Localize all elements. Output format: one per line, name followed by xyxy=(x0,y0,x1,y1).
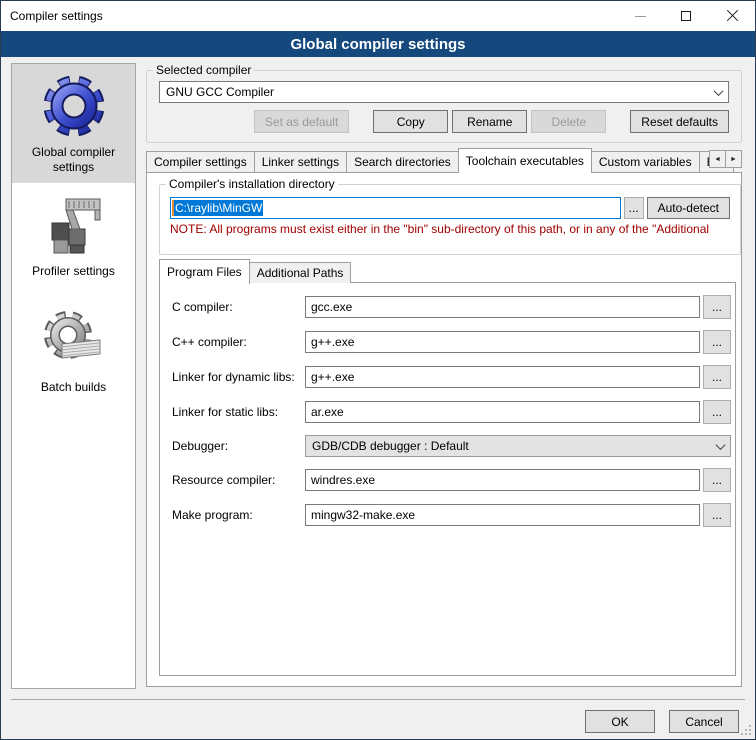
installation-directory-group-label: Compiler's installation directory xyxy=(166,177,338,191)
footer-divider xyxy=(11,699,745,700)
field-row-resource-compiler: Resource compiler:... xyxy=(172,468,731,492)
compiler-actions: Set as default CopyRenameDelete Reset defa… xyxy=(147,110,729,133)
installation-directory-row: C:\raylib\MinGW ... Auto-detect xyxy=(170,197,730,219)
close-icon xyxy=(726,10,738,22)
resize-grip[interactable] xyxy=(741,725,751,735)
sidebar-item-global-compiler-settings[interactable]: Global compiler settings xyxy=(12,64,135,183)
c-compiler-browse-button[interactable]: ... xyxy=(703,330,731,354)
subtab-program-files[interactable]: Program Files xyxy=(159,259,250,284)
debugger-select[interactable]: GDB/CDB debugger : Default xyxy=(305,435,731,457)
selected-compiler-combobox[interactable]: GNU GCC Compiler xyxy=(159,81,729,103)
c-compiler-browse-button[interactable]: ... xyxy=(703,295,731,319)
resource-compiler-input[interactable] xyxy=(305,469,700,491)
field-row-linker-for-dynamic-libs: Linker for dynamic libs:... xyxy=(172,365,731,389)
sidebar-item-label: Profiler settings xyxy=(32,264,115,279)
field-label-c-compiler: C++ compiler: xyxy=(172,335,305,349)
maximize-icon xyxy=(681,11,691,21)
tab-scroll-left-button[interactable]: ◄ xyxy=(709,150,726,168)
program-files-panel: C compiler:...C++ compiler:...Linker for… xyxy=(159,282,736,676)
minimize-button[interactable] xyxy=(617,1,663,31)
compiler-settings-window: Compiler settings Global compiler settin… xyxy=(0,0,756,740)
selected-compiler-group: Selected compiler GNU GCC Compiler Set a… xyxy=(146,63,742,143)
sidebar-item-label: Global compiler settings xyxy=(16,145,131,175)
field-row-debugger: Debugger: GDB/CDB debugger : Default xyxy=(172,435,731,457)
sidebar-item-profiler-settings[interactable]: Profiler settings xyxy=(12,183,135,299)
field-row-c-compiler: C++ compiler:... xyxy=(172,330,731,354)
field-row-make-program: Make program:... xyxy=(172,503,731,527)
dialog-header: Global compiler settings xyxy=(1,31,755,57)
delete-button[interactable]: Delete xyxy=(531,110,606,133)
field-row-c-compiler: C compiler:... xyxy=(172,295,731,319)
selected-compiler-value: GNU GCC Compiler xyxy=(166,85,711,99)
cancel-button[interactable]: Cancel xyxy=(669,710,739,733)
sidebar: Global compiler settings Profiler setting… xyxy=(11,63,136,689)
titlebar: Compiler settings xyxy=(1,1,755,31)
close-button[interactable] xyxy=(709,1,755,31)
rename-button[interactable]: Rename xyxy=(452,110,527,133)
tab-compiler-settings[interactable]: Compiler settings xyxy=(146,151,255,172)
resource-compiler-browse-button[interactable]: ... xyxy=(703,468,731,492)
sidebar-item-label: Batch builds xyxy=(41,380,106,395)
chevron-down-icon xyxy=(716,440,726,450)
install-dir-browse-button[interactable]: ... xyxy=(624,197,644,219)
caliper-icon xyxy=(42,193,106,257)
reset-defaults-button[interactable]: Reset defaults xyxy=(630,110,729,133)
field-label-linker-for-static-libs: Linker for static libs: xyxy=(172,405,305,419)
footer: OK Cancel xyxy=(585,710,739,733)
installation-directory-group: Compiler's installation directory C:\ray… xyxy=(159,177,741,255)
linker-for-dynamic-libs-input[interactable] xyxy=(305,366,700,388)
auto-detect-button[interactable]: Auto-detect xyxy=(647,197,730,219)
field-label-linker-for-dynamic-libs: Linker for dynamic libs: xyxy=(172,370,305,384)
tab-scroll-buttons: ◄► xyxy=(710,150,742,168)
tab-scroll-right-button[interactable]: ► xyxy=(725,150,742,168)
set-as-default-button[interactable]: Set as default xyxy=(254,110,349,133)
settings-tabstrip: Compiler settingsLinker settingsSearch d… xyxy=(146,147,742,172)
subtab-additional-paths[interactable]: Additional Paths xyxy=(249,262,352,283)
linker-for-static-libs-browse-button[interactable]: ... xyxy=(703,400,731,424)
linker-for-dynamic-libs-browse-button[interactable]: ... xyxy=(703,365,731,389)
window-controls xyxy=(617,1,755,31)
c-compiler-input[interactable] xyxy=(305,331,700,353)
install-dir-selected-text: C:\raylib\MinGW xyxy=(174,200,263,216)
maximize-button[interactable] xyxy=(663,1,709,31)
bin-subdirectory-note: NOTE: All programs must exist either in … xyxy=(170,222,730,236)
tab-search-directories[interactable]: Search directories xyxy=(346,151,459,172)
tab-linker-settings[interactable]: Linker settings xyxy=(254,151,347,172)
grey-gear-stack-icon xyxy=(42,309,106,373)
copy-button[interactable]: Copy xyxy=(373,110,448,133)
selected-compiler-group-label: Selected compiler xyxy=(153,63,254,77)
install-dir-input[interactable]: C:\raylib\MinGW xyxy=(170,197,621,219)
field-label-make-program: Make program: xyxy=(172,508,305,522)
paths-subtabstrip: Program FilesAdditional Paths xyxy=(159,259,350,283)
ok-button[interactable]: OK xyxy=(585,710,655,733)
toolchain-executables-page: Compiler's installation directory C:\ray… xyxy=(146,172,742,687)
sidebar-item-batch-builds[interactable]: Batch builds xyxy=(12,299,135,415)
field-label-c-compiler: C compiler: xyxy=(172,300,305,314)
make-program-input[interactable] xyxy=(305,504,700,526)
c-compiler-input[interactable] xyxy=(305,296,700,318)
chevron-down-icon xyxy=(714,86,724,96)
window-title: Compiler settings xyxy=(1,9,617,23)
tab-custom-variables[interactable]: Custom variables xyxy=(591,151,700,172)
field-label-debugger: Debugger: xyxy=(172,439,305,453)
blue-gear-icon xyxy=(42,74,106,138)
tab-toolchain-executables[interactable]: Toolchain executables xyxy=(458,148,592,173)
minimize-icon xyxy=(635,16,646,17)
linker-for-static-libs-input[interactable] xyxy=(305,401,700,423)
field-row-linker-for-static-libs: Linker for static libs:... xyxy=(172,400,731,424)
make-program-browse-button[interactable]: ... xyxy=(703,503,731,527)
field-label-resource-compiler: Resource compiler: xyxy=(172,473,305,487)
select-value: GDB/CDB debugger : Default xyxy=(312,439,713,453)
